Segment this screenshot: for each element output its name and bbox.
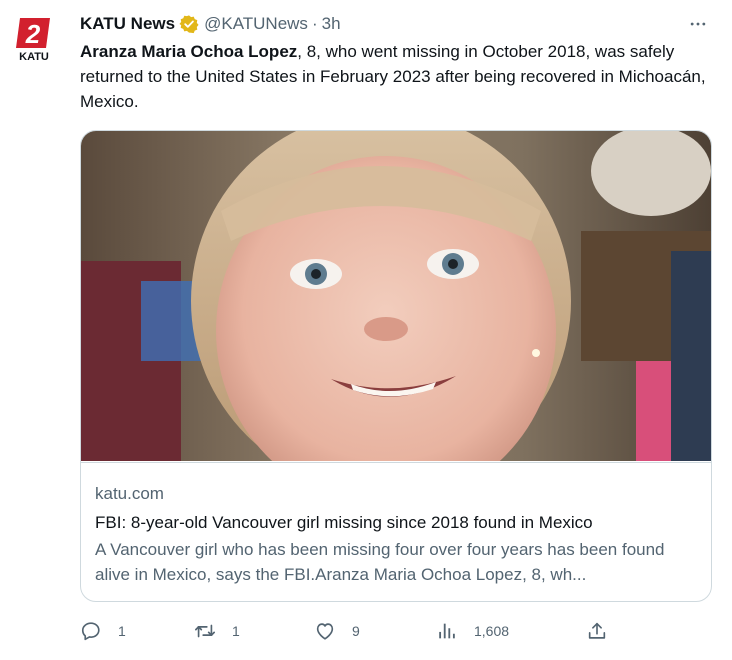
article-photo[interactable] (81, 131, 711, 461)
tweet[interactable]: 2 KATU KATU News @KATUNews · 3h Aranza M… (0, 0, 732, 660)
action-bar: 1 1 9 1,608 (80, 618, 630, 644)
reply-icon (81, 622, 100, 641)
retweet-icon (195, 624, 215, 638)
card-domain: katu.com (95, 484, 164, 503)
retweet-button[interactable]: 1 (194, 618, 240, 644)
views-count: 1,608 (474, 623, 510, 639)
share-button[interactable] (586, 618, 608, 644)
card-headline: FBI: 8-year-old Vancouver girl missing s… (95, 513, 593, 532)
card-meta[interactable]: katu.com FBI: 8-year-old Vancouver girl … (81, 462, 711, 601)
like-count: 9 (352, 623, 360, 639)
like-button[interactable]: 9 (314, 618, 360, 644)
retweet-count: 1 (232, 623, 240, 639)
tweet-bold-name: Aranza Maria Ochoa Lopez (80, 42, 298, 61)
avatar[interactable]: 2 KATU (10, 14, 58, 62)
more-options-icon[interactable] (686, 12, 710, 36)
card-description: A Vancouver girl who has been missing fo… (95, 540, 665, 584)
views-button[interactable]: 1,608 (436, 618, 509, 644)
tweet-header: KATU News @KATUNews · 3h (80, 12, 341, 36)
account-name[interactable]: KATU News (80, 12, 175, 36)
separator-dot: · (311, 14, 318, 33)
tweet-timestamp[interactable]: 3h (322, 12, 341, 36)
reply-button[interactable]: 1 (80, 618, 126, 644)
views-bar-chart-icon (439, 623, 455, 639)
tweet-text: Aranza Maria Ochoa Lopez, 8, who went mi… (80, 39, 710, 114)
reply-count: 1 (118, 623, 126, 639)
avatar-text: KATU (19, 51, 49, 62)
avatar-number: 2 (25, 19, 41, 49)
heart-icon (316, 623, 334, 640)
link-preview-card[interactable]: katu.com FBI: 8-year-old Vancouver girl … (80, 130, 712, 602)
katu-logo: 2 KATU (16, 18, 50, 62)
share-icon (588, 622, 606, 639)
gold-verified-badge-icon[interactable] (179, 14, 199, 34)
account-handle[interactable]: @KATUNews (204, 12, 308, 36)
